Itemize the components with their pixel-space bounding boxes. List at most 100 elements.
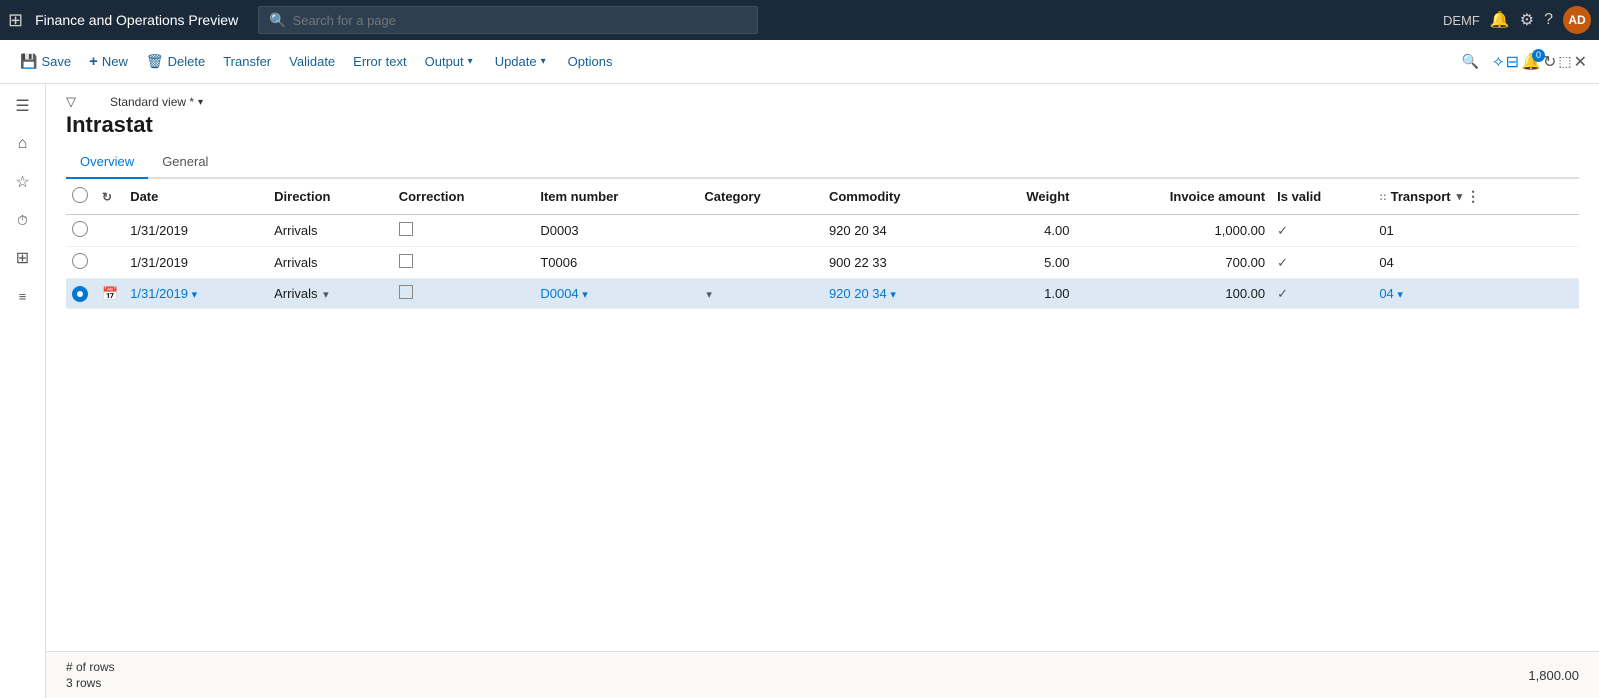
view-selector[interactable]: ▽ Standard view * ▾ [66,94,1579,110]
transport-dropdown-icon[interactable]: ▾ [1457,190,1463,203]
row-category-3[interactable]: ▾ [698,279,823,309]
notification-icon[interactable]: 🔔 [1490,10,1510,30]
delete-button[interactable]: 🗑 Delete [138,49,213,74]
row-refresh-1 [96,215,124,247]
save-icon: 💾 [20,53,37,70]
toolbar-search-button[interactable]: 🔍 [1454,49,1487,74]
row-radio-3[interactable] [72,286,88,302]
table-row[interactable]: 1/31/2019 Arrivals T0006 900 22 33 5.00 … [66,247,1579,279]
sidebar-recent-icon[interactable]: ⏱ [5,202,41,238]
correction-checkbox-2[interactable] [399,254,413,268]
valid-checkmark-2: ✓ [1277,255,1288,270]
help-icon[interactable]: ? [1544,11,1553,29]
row-invoice-amount-1: 1,000.00 [1075,215,1271,247]
tabs-bar: Overview General [66,146,1579,179]
valid-checkmark-3: ✓ [1277,286,1288,301]
table-container: ↻ Date Direction Correction Item number … [46,179,1599,651]
footer: # of rows 3 rows 1,800.00 [46,651,1599,698]
table-row[interactable]: 1/31/2019 Arrivals D0003 920 20 34 4.00 … [66,215,1579,247]
refresh-icon[interactable]: ↻ [1543,52,1556,72]
tab-general[interactable]: General [148,146,222,179]
search-input[interactable] [293,13,748,28]
row-direction-3[interactable]: Arrivals ▾ [268,279,393,309]
row-date-1: 1/31/2019 [124,215,268,247]
select-all-header[interactable] [66,179,96,215]
row-item-number-1: D0003 [534,215,698,247]
date-dropdown-icon-3[interactable]: ▾ [192,289,198,301]
search-bar[interactable]: 🔍 [258,6,758,34]
table-row[interactable]: 📅 1/31/2019 ▾ Arrivals ▾ [66,279,1579,309]
correction-checkbox-3[interactable] [399,285,413,299]
row-transport-3[interactable]: 04 ▾ [1373,279,1579,309]
save-button[interactable]: 💾 Save [12,49,79,74]
row-weight-3: 1.00 [975,279,1075,309]
env-label: DEMF [1443,13,1480,28]
row-correction-2[interactable] [393,247,535,279]
correction-col-header: Correction [393,179,535,215]
top-navigation: ⊞ Finance and Operations Preview 🔍 DEMF … [0,0,1599,40]
sidebar-workspaces-icon[interactable]: ⊞ [5,240,41,276]
tab-overview[interactable]: Overview [66,146,148,179]
settings-icon[interactable]: ⚙ [1520,10,1534,30]
row-is-valid-3: ✓ [1271,279,1373,309]
transfer-button[interactable]: Transfer [215,50,279,73]
rows-count: 3 rows [66,676,115,690]
sidebar-modules-icon[interactable]: ≡ [5,278,41,314]
row-date-3[interactable]: 1/31/2019 ▾ [124,279,268,309]
row-item-number-3[interactable]: D0004 ▾ [534,279,698,309]
row-correction-3[interactable] [393,279,535,309]
row-select-3[interactable] [66,279,96,309]
refresh-col-header: ↻ [96,179,124,215]
update-chevron-icon: ▾ [541,56,546,67]
transport-dropdown-icon-3[interactable]: ▾ [1397,289,1403,301]
row-commodity-3[interactable]: 920 20 34 ▾ [823,279,975,309]
correction-checkbox-1[interactable] [399,222,413,236]
row-radio-2[interactable] [72,253,88,269]
sidebar: ☰ ⌂ ☆ ⏱ ⊞ ≡ [0,84,46,698]
app-grid-icon[interactable]: ⊞ [8,10,23,31]
row-radio-1[interactable] [72,221,88,237]
direction-dropdown-icon-3[interactable]: ▾ [323,289,329,301]
is-valid-col-header: Is valid [1271,179,1373,215]
category-dropdown-icon-3[interactable]: ▾ [706,289,712,301]
error-text-button[interactable]: Error text [345,50,414,73]
output-chevron-icon: ▾ [468,56,473,67]
footer-total: 1,800.00 [1528,668,1579,683]
row-transport-2: 04 [1373,247,1579,279]
commodity-dropdown-icon-3[interactable]: ▾ [890,289,896,301]
page-title: Intrastat [66,112,1579,138]
new-icon: + [89,53,98,70]
item-dropdown-icon-3[interactable]: ▾ [582,289,588,301]
personalize-icon[interactable]: ⟡ [1493,53,1504,71]
row-category-1 [698,215,823,247]
row-is-valid-1: ✓ [1271,215,1373,247]
split-view-icon[interactable]: ⊟ [1506,52,1519,72]
date-col-header: Date [124,179,268,215]
commodity-col-header: Commodity [823,179,975,215]
transport-more-icon[interactable]: ⋮ [1466,188,1480,205]
avatar[interactable]: AD [1563,6,1591,34]
filter-icon: ▽ [66,94,76,110]
sidebar-menu-icon[interactable]: ☰ [5,88,41,124]
row-select-1[interactable] [66,215,96,247]
footer-left: # of rows 3 rows [66,660,115,690]
open-new-window-icon[interactable]: ⬚ [1558,53,1571,70]
output-button[interactable]: Output ▾ [417,50,485,73]
close-icon[interactable]: ✕ [1574,52,1587,72]
row-direction-2: Arrivals [268,247,393,279]
rows-label: # of rows [66,660,115,674]
row-select-2[interactable] [66,247,96,279]
validate-button[interactable]: Validate [281,50,343,73]
transport-col-header[interactable]: :: Transport ▾ ⋮ [1373,179,1579,215]
toolbar-search-icon: 🔍 [1462,53,1479,70]
update-button[interactable]: Update ▾ [487,50,558,73]
row-commodity-1: 920 20 34 [823,215,975,247]
row-correction-1[interactable] [393,215,535,247]
options-button[interactable]: Options [560,50,621,73]
badge-icon[interactable]: 🔔 0 [1521,52,1541,72]
sidebar-favorites-icon[interactable]: ☆ [5,164,41,200]
right-icons: DEMF 🔔 ⚙ ? AD [1443,6,1591,34]
table-header-row: ↻ Date Direction Correction Item number … [66,179,1579,215]
new-button[interactable]: + New [81,49,136,74]
sidebar-home-icon[interactable]: ⌂ [5,126,41,162]
